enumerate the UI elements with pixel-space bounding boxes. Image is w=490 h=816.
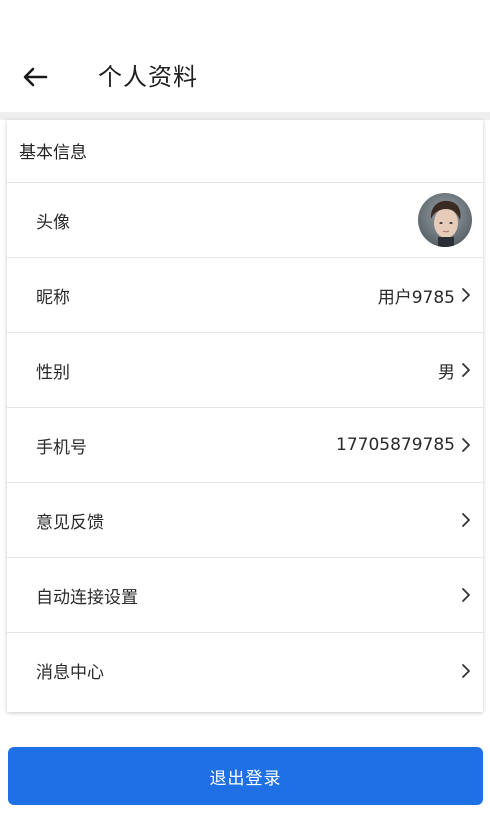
row-gender[interactable]: 性别 男: [7, 333, 483, 408]
avatar[interactable]: [418, 193, 472, 247]
row-label: 意见反馈: [36, 512, 104, 533]
chevron-right-icon: [461, 587, 471, 603]
arrow-left-icon: [23, 67, 48, 87]
section-title: 基本信息: [7, 120, 483, 183]
row-auto-connect[interactable]: 自动连接设置: [7, 558, 483, 633]
row-label: 头像: [36, 212, 70, 233]
back-button[interactable]: [18, 60, 52, 94]
header-divider: [0, 112, 490, 120]
phone-value: 17705879785: [336, 435, 455, 455]
profile-card: 基本信息 头像 昵称 用户9785 性别 男 手机号 17705879785 意…: [7, 120, 483, 712]
row-nickname[interactable]: 昵称 用户9785: [7, 258, 483, 333]
gender-value: 男: [438, 362, 455, 383]
row-message-center[interactable]: 消息中心: [7, 633, 483, 708]
app-header: 个人资料: [0, 0, 490, 112]
chevron-right-icon: [461, 512, 471, 528]
chevron-right-icon: [461, 362, 471, 378]
row-label: 消息中心: [36, 663, 104, 683]
chevron-right-icon: [461, 437, 471, 453]
row-label: 昵称: [36, 287, 70, 308]
page-title: 个人资料: [98, 63, 198, 91]
logout-button[interactable]: 退出登录: [8, 747, 483, 805]
row-label: 性别: [36, 362, 70, 383]
chevron-right-icon: [461, 287, 471, 303]
row-label: 自动连接设置: [36, 587, 138, 608]
avatar-image: [418, 193, 472, 247]
row-label: 手机号: [36, 437, 87, 458]
nickname-value: 用户9785: [377, 287, 455, 308]
row-feedback[interactable]: 意见反馈: [7, 483, 483, 558]
row-phone[interactable]: 手机号 17705879785: [7, 408, 483, 483]
row-avatar[interactable]: 头像: [7, 183, 483, 258]
chevron-right-icon: [461, 663, 471, 679]
